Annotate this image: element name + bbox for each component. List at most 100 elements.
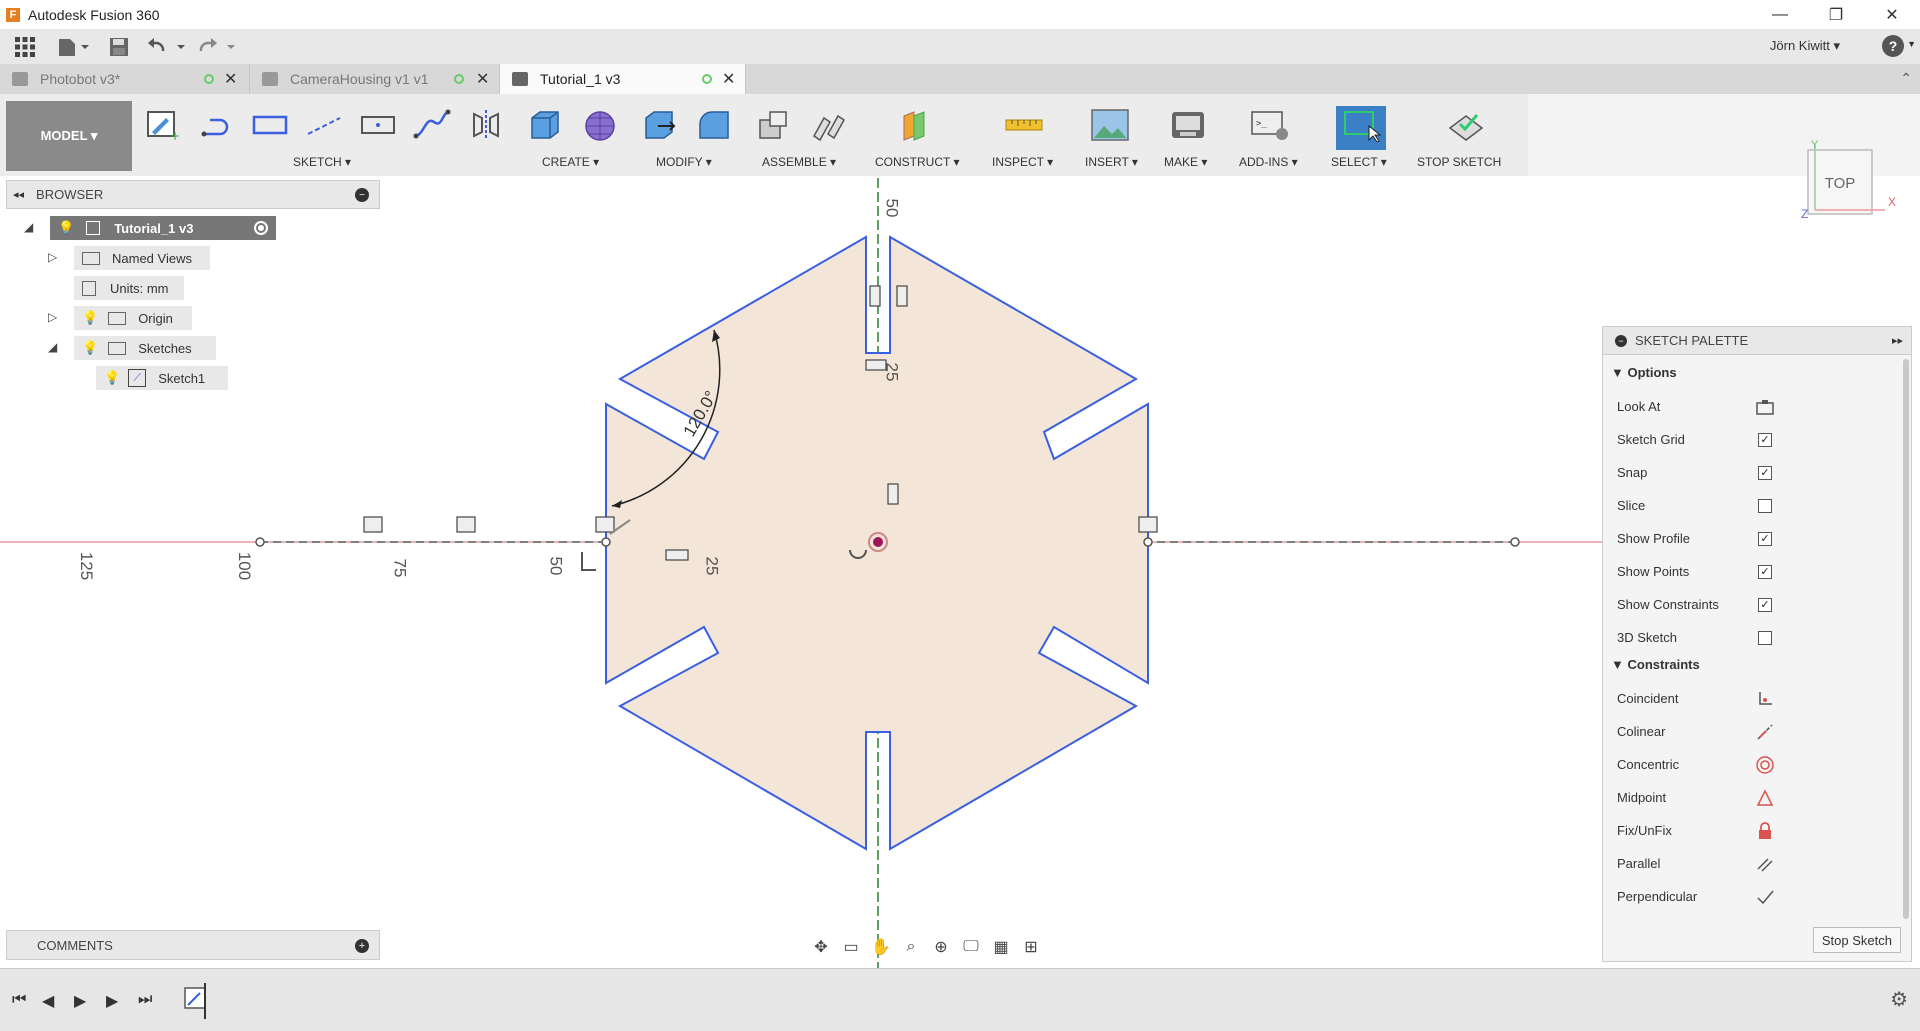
close-tab-icon[interactable]: ✕	[476, 69, 489, 89]
constraint-perpendicular[interactable]: Perpendicular	[1617, 887, 1897, 907]
grid-settings-icon[interactable]: ▦	[986, 932, 1016, 962]
activate-radio-icon[interactable]	[254, 221, 268, 235]
create-sketch-icon[interactable]: +	[142, 108, 182, 142]
sketch1-item[interactable]: 💡 ⟋ Sketch1	[96, 366, 228, 390]
file-menu-icon[interactable]	[50, 29, 96, 64]
named-views-row[interactable]: ▷ Named Views	[48, 246, 210, 270]
coincident-icon[interactable]	[1755, 689, 1775, 709]
visibility-bulb-icon[interactable]: 💡	[58, 220, 74, 236]
collapse-arrow-icon[interactable]: ◢	[24, 220, 33, 234]
press-pull-icon[interactable]	[640, 108, 680, 142]
perpendicular-icon[interactable]	[1755, 887, 1775, 907]
workspace-switcher[interactable]: MODEL ▾	[6, 101, 132, 171]
palette-scrollbar[interactable]	[1903, 359, 1909, 919]
visibility-bulb-icon[interactable]: 💡	[82, 340, 98, 356]
new-component-icon[interactable]	[754, 108, 794, 142]
spline-tool-icon[interactable]	[412, 108, 452, 142]
show-points-checkbox[interactable]: ✓	[1758, 565, 1772, 579]
look-at-nav-icon[interactable]: ▭	[836, 932, 866, 962]
select-group-menu[interactable]: SELECT ▾	[1331, 155, 1387, 169]
sketch-group-menu[interactable]: SKETCH ▾	[293, 155, 351, 169]
go-to-end-icon[interactable]: ⏭	[138, 991, 152, 1009]
concentric-icon[interactable]	[1755, 755, 1775, 775]
visibility-bulb-off-icon[interactable]: 💡	[82, 310, 98, 326]
mirror-tool-icon[interactable]	[466, 108, 506, 142]
collapse-browser-icon[interactable]: ◂◂	[13, 188, 24, 201]
3d-print-icon[interactable]	[1168, 108, 1208, 142]
construct-group-menu[interactable]: CONSTRUCT ▾	[875, 155, 959, 169]
minimize-palette-icon[interactable]: −	[1615, 334, 1627, 347]
3d-sketch-checkbox[interactable]	[1758, 631, 1772, 645]
tab-photobot[interactable]: Photobot v3* ✕	[0, 64, 250, 94]
tab-tutorial[interactable]: Tutorial_1 v3 ✕	[500, 64, 746, 94]
constraint-midpoint[interactable]: Midpoint	[1617, 788, 1897, 808]
option-3d-sketch[interactable]: 3D Sketch	[1617, 628, 1897, 648]
joint-icon[interactable]	[808, 108, 848, 142]
close-tab-icon[interactable]: ✕	[224, 69, 237, 89]
addins-group-menu[interactable]: ADD-INS ▾	[1239, 155, 1298, 169]
step-back-icon[interactable]: ◀	[42, 991, 54, 1011]
timeline-sketch-feature-icon[interactable]	[184, 987, 206, 1009]
offset-plane-icon[interactable]	[898, 108, 938, 142]
options-section-header[interactable]: ▼ Options	[1611, 365, 1677, 380]
minimize-button[interactable]: —	[1752, 0, 1808, 29]
option-sketch-grid[interactable]: Sketch Grid ✓	[1617, 430, 1897, 450]
close-button[interactable]: ✕	[1864, 0, 1920, 29]
fillet-icon[interactable]	[694, 108, 734, 142]
show-profile-checkbox[interactable]: ✓	[1758, 532, 1772, 546]
units-item[interactable]: Units: mm	[74, 276, 184, 300]
zoom-icon[interactable]: ⌕	[896, 932, 926, 962]
insert-image-icon[interactable]	[1090, 108, 1130, 142]
constraint-fix-unfix[interactable]: Fix/UnFix	[1617, 821, 1897, 841]
assemble-group-menu[interactable]: ASSEMBLE ▾	[762, 155, 836, 169]
insert-group-menu[interactable]: INSERT ▾	[1085, 155, 1138, 169]
show-constraints-checkbox[interactable]: ✓	[1758, 598, 1772, 612]
save-icon[interactable]	[96, 29, 142, 64]
sketch-grid-checkbox[interactable]: ✓	[1758, 433, 1772, 447]
pan-icon[interactable]: ✋	[866, 932, 896, 962]
user-account-menu[interactable]: Jörn Kiwitt ▾	[1770, 38, 1840, 54]
help-icon[interactable]: ?	[1882, 35, 1904, 57]
make-group-menu[interactable]: MAKE ▾	[1164, 155, 1207, 169]
option-snap[interactable]: Snap ✓	[1617, 463, 1897, 483]
construction-line-icon[interactable]	[304, 108, 344, 142]
option-show-constraints[interactable]: Show Constraints ✓	[1617, 595, 1897, 615]
rectangle-tool-icon[interactable]	[250, 108, 290, 142]
expand-arrow-icon[interactable]: ▷	[48, 310, 57, 324]
minimize-browser-icon[interactable]: −	[355, 188, 369, 202]
extrude-icon[interactable]	[526, 108, 566, 142]
slice-checkbox[interactable]	[1758, 499, 1772, 513]
undo-icon[interactable]	[142, 29, 192, 64]
timeline-marker[interactable]	[204, 983, 206, 1019]
data-panel-grid-icon[interactable]	[0, 29, 50, 64]
option-show-profile[interactable]: Show Profile ✓	[1617, 529, 1897, 549]
create-group-menu[interactable]: CREATE ▾	[542, 155, 599, 169]
slot-tool-icon[interactable]	[358, 108, 398, 142]
stop-sketch-button[interactable]: Stop Sketch	[1812, 927, 1901, 953]
browser-root-row[interactable]: ◢ 💡 Tutorial_1 v3	[24, 216, 276, 240]
timeline-settings-gear-icon[interactable]: ⚙	[1890, 987, 1908, 1012]
named-views-item[interactable]: Named Views	[74, 246, 210, 270]
visibility-bulb-icon[interactable]: 💡	[104, 370, 120, 386]
help-menu-caret-icon[interactable]: ▼	[1907, 39, 1916, 49]
viewcube[interactable]: TOP Y X Z	[1800, 140, 1910, 220]
inspect-group-menu[interactable]: INSPECT ▾	[992, 155, 1053, 169]
expand-palette-icon[interactable]: ▸▸	[1892, 334, 1903, 347]
midpoint-icon[interactable]	[1755, 788, 1775, 808]
constraint-parallel[interactable]: Parallel	[1617, 854, 1897, 874]
add-comment-icon[interactable]: +	[355, 939, 369, 953]
parallel-icon[interactable]	[1755, 854, 1775, 874]
sketches-row[interactable]: ◢ 💡 Sketches	[48, 336, 216, 360]
colinear-icon[interactable]	[1755, 722, 1775, 742]
constraint-colinear[interactable]: Colinear	[1617, 722, 1897, 742]
origin-item[interactable]: 💡 Origin	[74, 306, 192, 330]
play-icon[interactable]: ▶	[74, 991, 86, 1011]
orbit-icon[interactable]: ✥	[806, 932, 836, 962]
stop-sketch-icon[interactable]	[1446, 108, 1486, 142]
origin-row[interactable]: ▷ 💡 Origin	[48, 306, 192, 330]
viewports-icon[interactable]: ⊞	[1016, 932, 1046, 962]
scripts-addins-icon[interactable]: >_	[1250, 108, 1290, 142]
display-settings-icon[interactable]: 🖵	[956, 932, 986, 962]
sketches-item[interactable]: 💡 Sketches	[74, 336, 216, 360]
units-row[interactable]: Units: mm	[74, 276, 184, 300]
